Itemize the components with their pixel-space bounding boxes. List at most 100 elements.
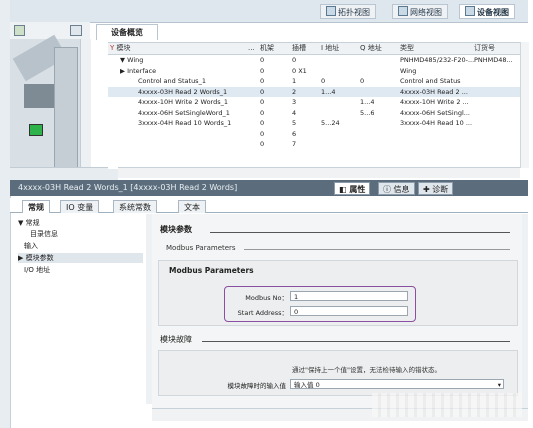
info-tab[interactable]: ⓘ 信息 [378, 182, 415, 195]
table-cell: 0 [260, 98, 265, 106]
table-row[interactable]: 4xxxx-03H Read 2 Words_1 0 2 1...4 4xxxx-03H… [108, 86, 520, 97]
table-row[interactable]: Control and Status_1 0 1 0 0 Control and Stat… [108, 76, 520, 87]
table-row[interactable]: 06 [108, 129, 520, 140]
nav-general[interactable]: ▼ 常规 [18, 218, 40, 228]
diagnostics-tab[interactable]: ✚ 诊断 [418, 182, 454, 195]
table-cell: 1 [292, 77, 297, 85]
topology-icon [326, 6, 336, 16]
table-cell: 0 [360, 77, 365, 85]
overview-scrollbar[interactable] [520, 42, 529, 168]
table-cell: ▶ Interface [120, 66, 157, 75]
table-cell: 0 [260, 129, 265, 138]
tab-general[interactable]: 常规 [22, 200, 50, 213]
table-cell: 4 [292, 108, 297, 117]
content-scrollbar[interactable] [522, 214, 528, 408]
network-view-tab[interactable]: 网络视图 [392, 4, 448, 19]
table-cell: Control and Status_1 [138, 77, 206, 85]
table-cell: 0 [260, 140, 265, 148]
column-header-order-number[interactable]: 订货号 [474, 43, 495, 54]
table-cell: 0 [260, 87, 265, 96]
table-row[interactable]: 07 [108, 139, 520, 150]
table-cell: 0 [292, 56, 297, 64]
table-row[interactable]: 4xxxx-10H Write 2 Words_1 0 3 1...4 4xxxx-10… [108, 97, 520, 108]
table-cell: PNHMD485/232-F20-... [400, 56, 475, 64]
network-icon [398, 6, 408, 16]
table-cell: 0 [260, 66, 265, 75]
nav-input[interactable]: 输入 [24, 241, 38, 251]
dropdown-arrow-icon: ▾ [497, 381, 501, 389]
device-bottom-bar [10, 167, 118, 180]
modbus-parameters-subheading: Modbus Parameters [166, 244, 236, 252]
section-divider [210, 232, 510, 233]
fault-input-select[interactable]: 输入值 0 ▾ [290, 379, 504, 389]
nav-catalog-info[interactable]: 目录信息 [30, 229, 58, 239]
view-tabs-bar [10, 0, 528, 23]
start-address-input[interactable]: 0 [290, 306, 408, 316]
device-icon [465, 6, 475, 16]
navigation-pane: ▼ 常规 目录信息 输入 ▶ 模块参数 I/O 地址 [12, 214, 148, 404]
table-cell: 2 [292, 87, 297, 96]
table-row[interactable]: 3xxxx-04H Read 10 Words_1 0 5 5...24 3xxxx-0… [108, 118, 520, 129]
device-view-tab[interactable]: 设备视图 [459, 4, 515, 19]
table-cell: 4xxxx-06H SetSingl... [400, 108, 470, 117]
table-cell: 3xxxx-04H Read 10 ... [400, 119, 473, 127]
table-cell: 4xxxx-10H Write 2 Words_1 [138, 98, 229, 106]
table-header: Y 模块 ... 机架 插槽 I 地址 Q 地址 类型 订货号 [108, 43, 520, 55]
column-header-rack[interactable]: 机架 [260, 43, 274, 54]
fault-input-label: 模块故障时的输入值 [227, 382, 287, 390]
table-cell: PNHMD48... [474, 56, 513, 64]
table-cell: 1...4 [321, 87, 336, 96]
modbus-no-label: Modbus No： [245, 294, 288, 302]
properties-tab[interactable]: ◧ 属性 [334, 182, 371, 195]
column-header-i-address[interactable]: I 地址 [321, 43, 339, 54]
modbus-no-input[interactable]: 1 [290, 291, 408, 301]
table-cell: Wing [400, 66, 417, 75]
nav-io-address[interactable]: I/O 地址 [24, 265, 50, 275]
info-icon: ⓘ [383, 185, 391, 194]
status-led-icon [29, 124, 43, 136]
properties-icon: ◧ [339, 185, 347, 194]
table-cell: 5...6 [360, 108, 375, 117]
table-cell: 4xxxx-03H Read 2 ... [400, 87, 468, 96]
table-cell: 1...4 [360, 98, 375, 106]
table-row[interactable]: ▼ Wing 0 0 PNHMD485/232-F20-... PNHMD48... [108, 55, 520, 66]
watermark [372, 393, 522, 417]
parameters-content: 模块参数 Modbus Parameters Modbus Parameters… [152, 214, 522, 408]
layout-icon[interactable] [70, 25, 82, 36]
device-canvas[interactable] [10, 34, 80, 176]
table-cell: ▼ Wing [120, 56, 144, 64]
column-header-slot[interactable]: 插槽 [292, 43, 306, 54]
device-overview-tab[interactable]: 设备概览 [96, 24, 158, 40]
column-header-q-address[interactable]: Q 地址 [360, 43, 382, 54]
tab-text[interactable]: 文本 [178, 200, 206, 213]
column-header-more[interactable]: ... [248, 43, 255, 54]
module-rack [54, 47, 78, 173]
table-cell: 0 [260, 77, 265, 85]
topology-view-tab[interactable]: 拓扑视图 [320, 4, 376, 19]
module-slot [24, 84, 54, 108]
table-row[interactable]: ▶ Interface 0 0 X1 Wing [108, 66, 520, 77]
module-icon: Y [110, 44, 115, 52]
table-cell: 3xxxx-04H Read 10 Words_1 [138, 119, 232, 127]
module-fault-heading: 模块故障 [160, 335, 192, 344]
table-cell: 0 [260, 119, 265, 127]
table-cell: 3 [292, 98, 297, 106]
diagnostics-icon: ✚ [423, 185, 430, 194]
tab-io-variables[interactable]: IO 变量 [60, 200, 100, 213]
table-row[interactable]: 4xxxx-06H SetSingleWord_1 0 4 5...6 4xxxx-06… [108, 108, 520, 119]
table-cell: 7 [292, 140, 297, 148]
device-scrollbar[interactable] [80, 39, 91, 176]
table-cell: 0 [260, 56, 265, 64]
overview-horizontal-scrollbar[interactable] [118, 167, 520, 178]
plug-icon[interactable] [14, 25, 25, 36]
table-cell: 4xxxx-06H SetSingleWord_1 [138, 108, 230, 117]
inspector-title: 4xxxx-03H Read 2 Words_1 [4xxxx-03H Read… [18, 183, 238, 192]
nav-module-parameters[interactable]: ▶ 模块参数 [18, 253, 143, 263]
column-header-type[interactable]: 类型 [400, 43, 414, 54]
tab-system-constants[interactable]: 系统常数 [113, 200, 157, 213]
subsection-divider [244, 249, 510, 250]
table-cell: 0 [260, 108, 265, 117]
table-cell: 5 [292, 119, 297, 127]
column-header-module[interactable]: Y 模块 [110, 43, 131, 54]
fault-divider [202, 341, 510, 342]
